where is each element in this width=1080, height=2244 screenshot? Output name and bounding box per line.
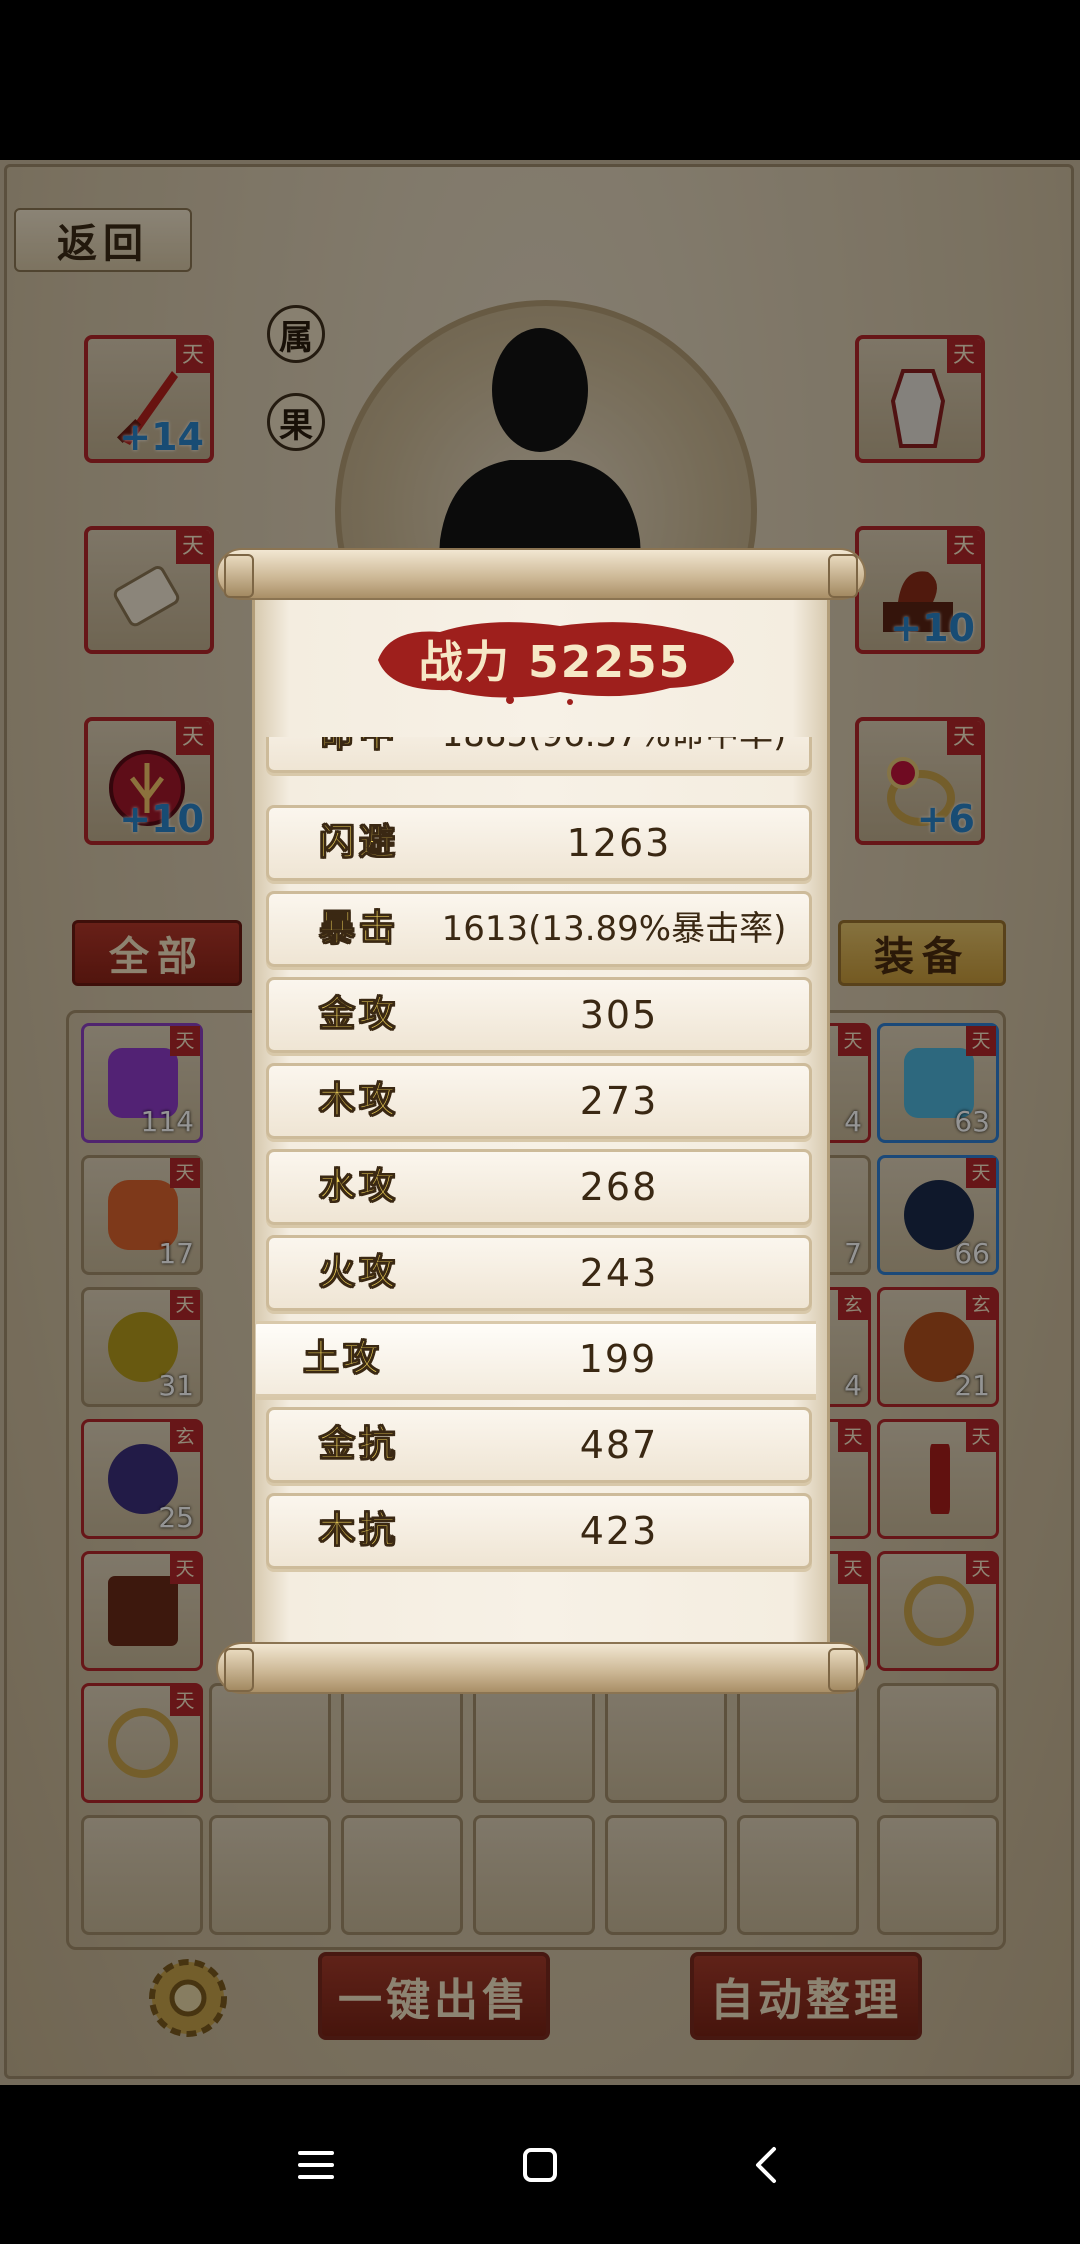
stat-value: 487: [579, 1423, 659, 1467]
rod-knob: [828, 554, 858, 598]
stat-row-earth-attack: 土攻 199: [256, 1321, 816, 1397]
stat-value: 1263: [566, 821, 672, 865]
stat-label: 金攻: [318, 994, 400, 1036]
stat-row-wood-resist: 木抗 423: [266, 1493, 812, 1569]
stat-value: 243: [579, 1251, 659, 1295]
system-navigation-bar: [0, 2085, 1080, 2244]
stat-label: 木抗: [318, 1510, 400, 1552]
scroll-rod-top: [216, 548, 866, 600]
stat-label: 火攻: [318, 1252, 400, 1294]
scroll-rod-bottom: [216, 1642, 866, 1694]
rod-knob: [224, 1648, 254, 1692]
stat-value: 1613(13.89%暴击率): [441, 909, 787, 949]
stat-row-water-attack: 水攻 268: [266, 1149, 812, 1225]
stat-row-dodge: 闪避 1263: [266, 805, 812, 881]
stat-label: 土攻: [302, 1338, 384, 1380]
rod-knob: [828, 1648, 858, 1692]
stat-value: 273: [579, 1079, 659, 1123]
stat-value: 199: [578, 1337, 658, 1381]
stat-row-crit: 暴击 1613(13.89%暴击率): [266, 891, 812, 967]
stat-value: 268: [579, 1165, 659, 1209]
stat-row-hit: 命中 1885(96.57%命中率): [266, 737, 812, 773]
back-arrow-icon[interactable]: [740, 2137, 796, 2193]
stat-row-wood-attack: 木攻 273: [266, 1063, 812, 1139]
menu-icon[interactable]: [288, 2137, 344, 2193]
stat-label: 暴击: [318, 908, 400, 950]
combat-power-banner: 战力 52255: [370, 610, 740, 706]
rod-knob: [224, 554, 254, 598]
stat-label: 木攻: [318, 1080, 400, 1122]
stat-row-fire-attack: 火攻 243: [266, 1235, 812, 1311]
stat-value: 1885(96.57%命中率): [429, 737, 799, 770]
stat-label: 金抗: [318, 1424, 400, 1466]
stat-value: 423: [579, 1509, 659, 1553]
home-icon[interactable]: [512, 2137, 568, 2193]
stat-value: 305: [579, 993, 659, 1037]
stats-list[interactable]: 命中 1885(96.57%命中率) 闪避 1263 暴击 1613(13.89…: [256, 737, 816, 1585]
stat-row-metal-resist: 金抗 487: [266, 1407, 812, 1483]
combat-power-label: 战力 52255: [418, 637, 692, 688]
stat-label: 水攻: [318, 1166, 400, 1208]
stat-label: 闪避: [318, 822, 400, 864]
stat-label: 命中: [318, 737, 399, 770]
stat-row-metal-attack: 金攻 305: [266, 977, 812, 1053]
